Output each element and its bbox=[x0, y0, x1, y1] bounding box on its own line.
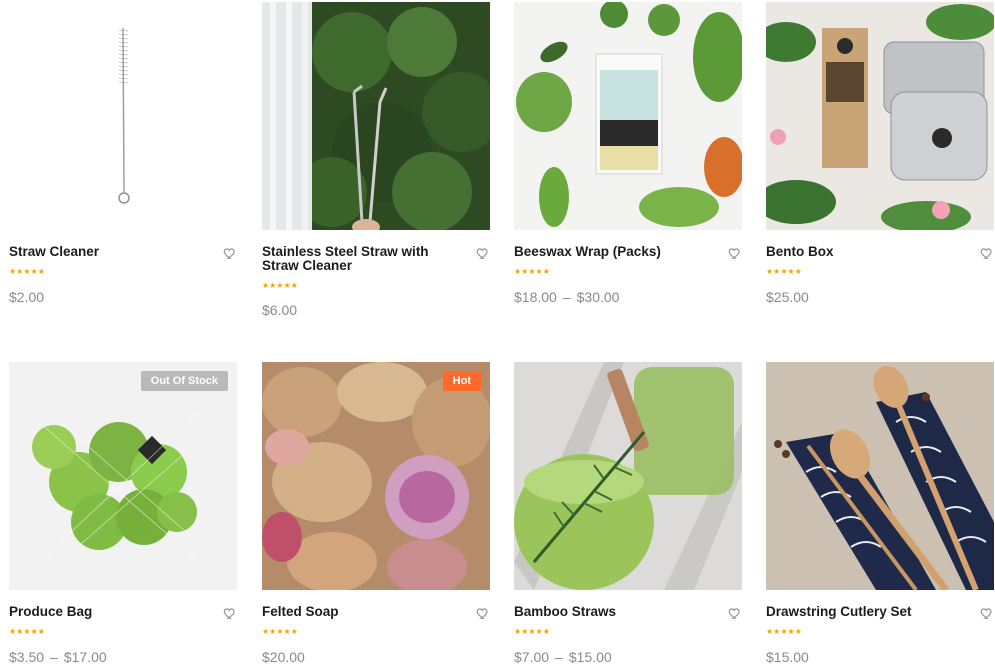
product-grid: Straw Cleaner ★★★★★ $2.00 Stainless Stee… bbox=[0, 0, 995, 666]
star-rating-icon: ★★★★★ bbox=[262, 281, 298, 290]
rating-stars: ★★★★★ bbox=[514, 267, 550, 276]
heart-outline-icon[interactable] bbox=[728, 606, 742, 620]
star-rating-icon: ★★★★★ bbox=[9, 627, 45, 636]
heart-outline-icon[interactable] bbox=[980, 246, 994, 260]
product-price: $25.00 bbox=[766, 289, 809, 305]
product-price: $6.00 bbox=[262, 302, 297, 318]
price-min: $7.00 bbox=[514, 649, 550, 665]
price-max: $15.00 bbox=[568, 649, 612, 665]
product-card[interactable]: Drawstring Cutlery Set ★★★★★ $15.00 bbox=[766, 362, 994, 665]
product-price: $3.50– $17.00 bbox=[9, 649, 107, 665]
price-max: $17.00 bbox=[63, 649, 107, 665]
star-rating-icon: ★★★★★ bbox=[766, 627, 802, 636]
star-rating-icon: ★★★★★ bbox=[9, 267, 45, 276]
price-value: $20.00 bbox=[262, 649, 305, 665]
product-image[interactable] bbox=[514, 362, 742, 590]
product-card[interactable]: Bamboo Straws ★★★★★ $7.00– $15.00 bbox=[514, 362, 742, 665]
heart-outline-icon[interactable] bbox=[223, 606, 237, 620]
product-price: $15.00 bbox=[766, 649, 809, 665]
price-range-separator: – bbox=[50, 649, 58, 665]
rating-stars: ★★★★★ bbox=[766, 627, 802, 636]
rating-stars: ★★★★★ bbox=[9, 627, 45, 636]
heart-outline-icon[interactable] bbox=[980, 606, 994, 620]
hot-badge: Hot bbox=[442, 371, 481, 391]
product-title[interactable]: Felted Soap bbox=[262, 605, 462, 619]
product-title[interactable]: Bamboo Straws bbox=[514, 605, 714, 619]
heart-outline-icon[interactable] bbox=[223, 246, 237, 260]
product-image[interactable] bbox=[262, 2, 490, 230]
product-price: $7.00– $15.00 bbox=[514, 649, 612, 665]
product-image[interactable] bbox=[766, 362, 994, 590]
product-image[interactable] bbox=[514, 2, 742, 230]
product-card[interactable]: Beeswax Wrap (Packs) ★★★★★ $18.00– $30.00 bbox=[514, 2, 742, 305]
price-value: $2.00 bbox=[9, 289, 45, 305]
rating-stars: ★★★★★ bbox=[9, 267, 45, 276]
product-card[interactable]: Straw Cleaner ★★★★★ $2.00 bbox=[9, 2, 237, 305]
star-rating-icon: ★★★★★ bbox=[766, 267, 802, 276]
product-image[interactable]: Hot bbox=[262, 362, 490, 590]
star-rating-icon: ★★★★★ bbox=[514, 627, 550, 636]
product-image[interactable] bbox=[766, 2, 994, 230]
product-price: $2.00 bbox=[9, 289, 44, 305]
price-value: $25.00 bbox=[766, 289, 809, 305]
product-title[interactable]: Produce Bag bbox=[9, 605, 209, 619]
star-rating-icon: ★★★★★ bbox=[262, 627, 298, 636]
product-card[interactable]: Bento Box ★★★★★ $25.00 bbox=[766, 2, 994, 305]
rating-stars: ★★★★★ bbox=[262, 281, 298, 290]
product-price: $20.00 bbox=[262, 649, 305, 665]
price-max: $30.00 bbox=[576, 289, 620, 305]
product-title[interactable]: Bento Box bbox=[766, 245, 966, 259]
price-value: $15.00 bbox=[766, 649, 809, 665]
product-card[interactable]: Out Of Stock Produce Bag ★★★★★ $3.50– $17… bbox=[9, 362, 237, 665]
product-title[interactable]: Beeswax Wrap (Packs) bbox=[514, 245, 714, 259]
rating-stars: ★★★★★ bbox=[766, 267, 802, 276]
star-rating-icon: ★★★★★ bbox=[514, 267, 550, 276]
out-of-stock-badge: Out Of Stock bbox=[140, 371, 228, 391]
product-title[interactable]: Stainless Steel Straw with Straw Cleaner bbox=[262, 245, 462, 273]
product-price: $18.00– $30.00 bbox=[514, 289, 619, 305]
product-image[interactable] bbox=[9, 2, 237, 230]
price-value: $6.00 bbox=[262, 302, 298, 318]
heart-outline-icon[interactable] bbox=[728, 246, 742, 260]
price-min: $18.00 bbox=[514, 289, 557, 305]
rating-stars: ★★★★★ bbox=[514, 627, 550, 636]
heart-outline-icon[interactable] bbox=[476, 246, 490, 260]
rating-stars: ★★★★★ bbox=[262, 627, 298, 636]
product-card[interactable]: Stainless Steel Straw with Straw Cleaner… bbox=[262, 2, 490, 318]
product-image[interactable]: Out Of Stock bbox=[9, 362, 237, 590]
price-range-separator: – bbox=[562, 289, 571, 305]
heart-outline-icon[interactable] bbox=[476, 606, 490, 620]
product-title[interactable]: Straw Cleaner bbox=[9, 245, 209, 259]
price-range-separator: – bbox=[555, 649, 563, 665]
price-min: $3.50 bbox=[9, 649, 45, 665]
product-card[interactable]: Hot Felted Soap ★★★★★ $20.00 bbox=[262, 362, 490, 665]
product-title[interactable]: Drawstring Cutlery Set bbox=[766, 605, 966, 619]
